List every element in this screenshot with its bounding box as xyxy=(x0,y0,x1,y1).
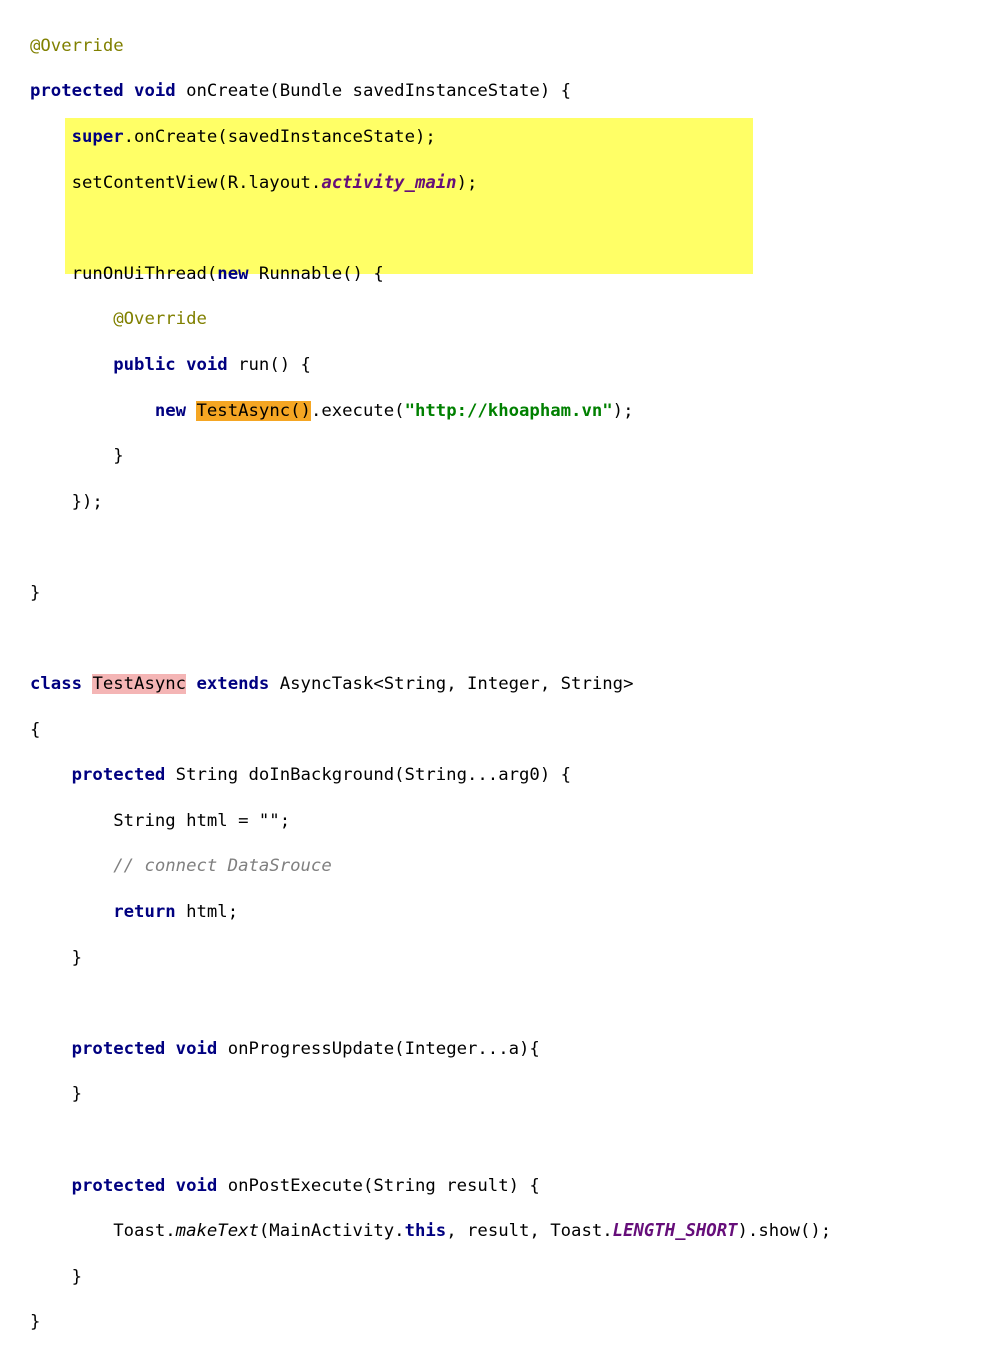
code-text: run() { xyxy=(227,354,311,375)
code-text: .execute( xyxy=(310,400,405,421)
code-line: runOnUiThread(new Runnable() { xyxy=(30,263,831,286)
code-text: ); xyxy=(612,400,634,421)
code-line: @Override xyxy=(30,35,831,58)
keyword: void xyxy=(134,81,176,102)
code-line: String html = ""; xyxy=(30,810,831,833)
keyword: void xyxy=(175,1175,218,1196)
code-line: protected String doInBackground(String..… xyxy=(30,764,831,787)
code-line: Toast.makeText(MainActivity.this, result… xyxy=(30,1220,831,1243)
code-text: } xyxy=(113,446,124,467)
code-text: { xyxy=(30,719,41,740)
code-text: .onCreate(savedInstanceState); xyxy=(123,126,436,147)
annotation: @Override xyxy=(30,35,124,56)
code-text: Toast. xyxy=(113,1221,176,1242)
annotation: @Override xyxy=(113,309,207,330)
keyword: super xyxy=(71,126,124,147)
keyword: protected xyxy=(71,1175,166,1196)
code-text: , result, Toast. xyxy=(446,1221,613,1242)
keyword: class xyxy=(30,674,83,695)
code-line: { xyxy=(30,719,831,742)
code-text: html; xyxy=(175,902,239,923)
code-text: ).show(); xyxy=(737,1221,832,1242)
code-text: } xyxy=(71,947,83,968)
code-line: new TestAsync().execute("http://khoapham… xyxy=(30,400,831,423)
keyword: extends xyxy=(196,674,270,695)
code-line: @Override xyxy=(30,308,831,331)
code-line: setContentView(R.layout.activity_main); xyxy=(30,172,831,195)
static-field: LENGTH_SHORT xyxy=(612,1221,738,1242)
code-line: protected void onPostExecute(String resu… xyxy=(30,1175,831,1198)
keyword: protected xyxy=(30,81,124,102)
code-text: AsyncTask<String, Integer, String> xyxy=(269,674,634,695)
declaration-highlight[interactable]: TestAsync xyxy=(92,674,187,695)
code-line: // connect DataSrouce xyxy=(30,855,831,878)
code-text: runOnUiThread( xyxy=(71,263,218,284)
code-line: } xyxy=(30,1311,831,1334)
string-literal: "http://khoapham.vn" xyxy=(404,400,613,421)
code-text: String doInBackground(String...arg0) { xyxy=(165,765,572,786)
code-line: super.onCreate(savedInstanceState); xyxy=(30,126,831,149)
code-text: onProgressUpdate(Integer...a){ xyxy=(217,1038,540,1059)
keyword: public xyxy=(113,354,176,375)
keyword: void xyxy=(186,354,228,375)
code-line: } xyxy=(30,445,831,468)
keyword: return xyxy=(113,902,176,923)
code-line: } xyxy=(30,582,831,605)
code-text: onCreate(Bundle savedInstanceState) { xyxy=(175,81,572,102)
code-text: } xyxy=(30,582,41,603)
keyword: void xyxy=(175,1038,218,1059)
code-text: String html = ""; xyxy=(113,810,291,831)
code-editor[interactable]: @Override protected void onCreate(Bundle… xyxy=(30,12,831,1357)
code-line: public void run() { xyxy=(30,354,831,377)
code-text: (MainActivity. xyxy=(258,1221,405,1242)
code-line: } xyxy=(30,1266,831,1289)
static-field: activity_main xyxy=(321,172,457,193)
usage-highlight[interactable]: TestAsync() xyxy=(196,400,311,421)
code-text: } xyxy=(30,1312,41,1333)
keyword: protected xyxy=(71,1038,166,1059)
code-line: class TestAsync extends AsyncTask<String… xyxy=(30,673,831,696)
code-text: setContentView(R.layout. xyxy=(71,172,322,193)
code-line: }); xyxy=(30,491,831,514)
code-line: protected void onProgressUpdate(Integer.… xyxy=(30,1038,831,1061)
code-text: } xyxy=(71,1084,83,1105)
code-text: onPostExecute(String result) { xyxy=(217,1175,540,1196)
code-text: } xyxy=(71,1266,83,1287)
code-line: } xyxy=(30,1083,831,1106)
code-line: protected void onCreate(Bundle savedInst… xyxy=(30,80,831,103)
code-text: Runnable() { xyxy=(248,263,384,284)
code-comment: // connect DataSrouce xyxy=(113,856,332,877)
code-text: }); xyxy=(71,491,103,512)
code-line: } xyxy=(30,947,831,970)
code-text: ); xyxy=(456,172,478,193)
keyword: this xyxy=(404,1221,447,1242)
keyword: new xyxy=(154,400,187,421)
keyword: protected xyxy=(71,765,166,786)
static-method: makeText xyxy=(175,1221,259,1242)
keyword: new xyxy=(217,263,249,284)
code-line: return html; xyxy=(30,901,831,924)
